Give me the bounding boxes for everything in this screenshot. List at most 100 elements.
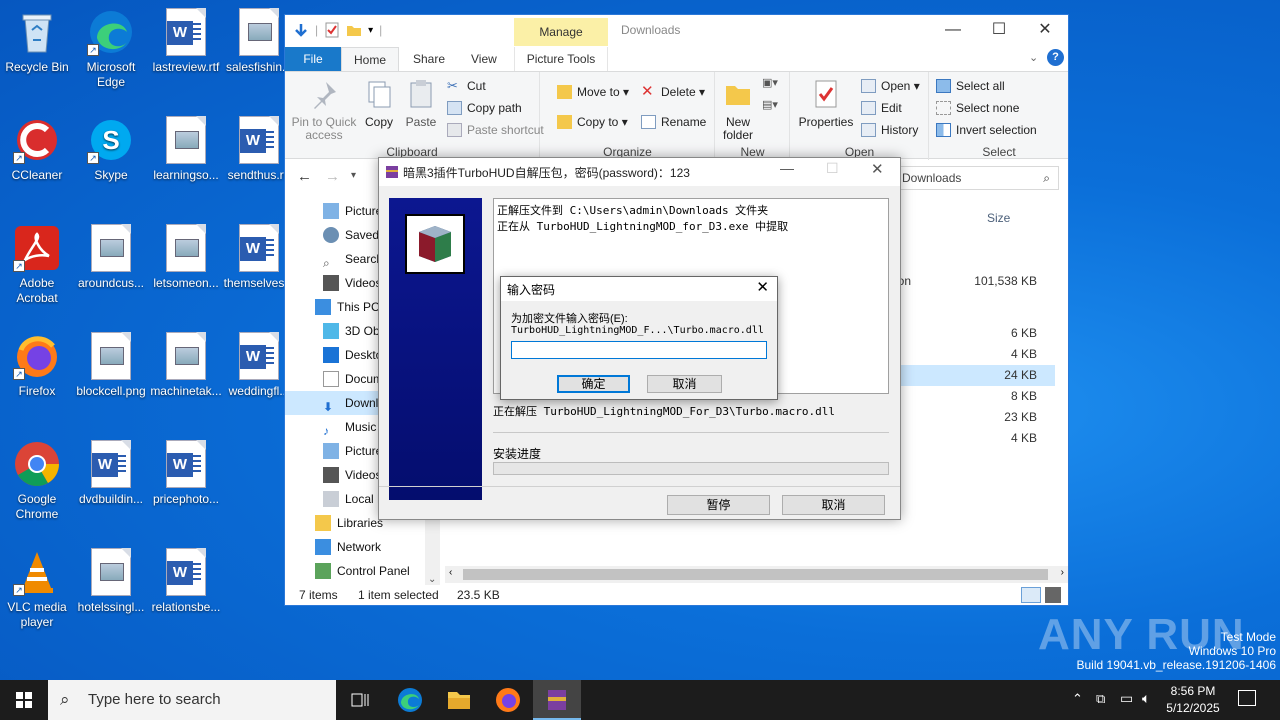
close-button[interactable]: ✕ [871, 160, 884, 178]
nav-item-desktop[interactable]: Deskto [285, 343, 382, 367]
close-button[interactable]: ✕ [1022, 15, 1068, 45]
paste-shortcut-button[interactable]: Paste shortcut [447, 120, 544, 140]
new-item-icon[interactable]: ▣▾ [762, 76, 778, 89]
new-folder-icon[interactable] [346, 22, 362, 38]
open-button[interactable]: Open ▾ [861, 76, 920, 96]
taskbar-search-box[interactable]: ⌕ Type here to search [48, 680, 336, 720]
desktop-icon-file[interactable]: learningso... [149, 116, 223, 183]
move-to-button[interactable]: Move to ▾ [557, 82, 629, 102]
minimize-button[interactable]: — [930, 15, 976, 45]
tab-view[interactable]: View [459, 47, 509, 71]
clock[interactable]: 8:56 PM 5/12/2025 [1158, 683, 1228, 717]
nav-item-3d-objects[interactable]: 3D Obj [285, 319, 382, 343]
desktop-icon-file[interactable]: letsomeon... [149, 224, 223, 291]
volume-icon[interactable]: 🔈︎ [1142, 690, 1150, 707]
tab-file[interactable]: File [285, 47, 341, 71]
new-folder-button[interactable]: New folder [718, 78, 758, 142]
tab-share[interactable]: Share [401, 47, 457, 71]
desktop-icon-chrome[interactable]: Google Chrome [0, 440, 74, 522]
ok-button[interactable]: 确定 [557, 375, 630, 393]
taskbar-file-explorer[interactable] [435, 680, 483, 720]
cancel-install-button[interactable]: 取消 [782, 495, 885, 515]
details-view-icon[interactable] [1021, 587, 1041, 603]
column-header-size[interactable]: Size [987, 211, 1010, 225]
down-arrow-icon[interactable] [293, 22, 309, 38]
desktop-icon-file[interactable]: W pricephoto... [149, 440, 223, 507]
edit-button[interactable]: Edit [861, 98, 902, 118]
chevron-down-icon[interactable]: ⌄ [428, 574, 436, 585]
select-none-button[interactable]: Select none [936, 98, 1019, 118]
desktop-icon-file[interactable]: W lastreview.rtf [149, 8, 223, 75]
nav-item-network[interactable]: Network [285, 535, 381, 559]
desktop-icon-acrobat[interactable]: ↗ Adobe Acrobat [0, 224, 74, 306]
desktop-icon-file[interactable]: aroundcus... [74, 224, 148, 291]
close-button[interactable]: ✕ [756, 278, 769, 296]
maximize-button[interactable]: ☐ [976, 15, 1022, 45]
horizontal-scrollbar[interactable]: ‹ › [445, 566, 1068, 583]
copy-path-button[interactable]: Copy path [447, 98, 522, 118]
desktop-icon-vlc[interactable]: ↗ VLC media player [0, 548, 74, 630]
nav-item-pictures[interactable]: Pictures [285, 199, 388, 223]
password-input[interactable] [511, 341, 767, 359]
nav-item-videos-pc[interactable]: Videos [285, 463, 381, 487]
nav-item-local-disk[interactable]: Local D [285, 487, 386, 511]
pin-quick-access-button[interactable]: Pin to Quick access [289, 78, 359, 142]
start-button[interactable] [0, 680, 48, 720]
pause-button[interactable]: 暂停 [667, 495, 770, 515]
taskbar-winrar-sfx[interactable] [533, 680, 581, 720]
nav-item-control-panel[interactable]: Control Panel [285, 559, 410, 583]
chevron-left-icon[interactable]: ‹ [449, 567, 452, 578]
properties-button[interactable]: Properties [795, 78, 857, 129]
desktop-icon-file[interactable]: hotelssingl... [74, 548, 148, 615]
nav-item-libraries[interactable]: Libraries [285, 511, 383, 535]
nav-item-documents[interactable]: Docum [285, 367, 383, 391]
invert-selection-button[interactable]: Invert selection [936, 120, 1037, 140]
nav-item-this-pc[interactable]: This PC [285, 295, 380, 319]
desktop-icon-edge[interactable]: ↗ Microsoft Edge [74, 8, 148, 90]
forward-arrow-icon[interactable]: → [325, 168, 340, 185]
desktop-icon-firefox[interactable]: ↗ Firefox [0, 332, 74, 399]
search-input[interactable]: Downloads ⌕ [891, 166, 1059, 190]
maximize-button[interactable]: ☐ [826, 160, 839, 177]
notification-icon[interactable] [1238, 690, 1256, 706]
desktop-icon-ccleaner[interactable]: ↗ CCleaner [0, 116, 74, 183]
taskbar-edge[interactable] [386, 680, 434, 720]
rename-button[interactable]: Rename [641, 112, 706, 132]
large-icons-view-icon[interactable] [1045, 587, 1061, 603]
help-icon[interactable]: ? [1047, 49, 1064, 66]
taskbar-firefox[interactable] [484, 680, 532, 720]
paste-button[interactable]: Paste [401, 78, 441, 129]
copy-to-button[interactable]: Copy to ▾ [557, 112, 628, 132]
nav-item-saved[interactable]: Saved [285, 223, 379, 247]
nav-item-search[interactable]: ⌕ Search [285, 247, 383, 271]
tab-home[interactable]: Home [341, 47, 400, 72]
chevron-up-icon[interactable]: ⌃ [1072, 691, 1083, 707]
desktop-icon-file[interactable]: W relationsbe... [149, 548, 223, 615]
copy-button[interactable]: Copy [359, 78, 399, 129]
delete-button[interactable]: ✕ Delete ▾ [641, 82, 705, 102]
desktop-icon-skype[interactable]: S ↗ Skype [74, 116, 148, 183]
network-icon[interactable]: ▭ [1120, 690, 1133, 707]
network-status-icon[interactable]: ⧉ [1096, 691, 1105, 707]
nav-item-videos[interactable]: Videos [285, 271, 381, 295]
desktop-icon-file[interactable]: machinetak... [149, 332, 223, 399]
back-arrow-icon[interactable]: ← [297, 168, 312, 185]
nav-item-music[interactable]: ♪ Music [285, 415, 376, 439]
chevron-down-icon[interactable]: ⌄ [1029, 51, 1038, 64]
cut-button[interactable]: ✂ Cut [447, 76, 486, 96]
nav-item-pictures-pc[interactable]: Picture [285, 439, 382, 463]
easy-access-icon[interactable]: ▤▾ [762, 98, 778, 111]
desktop-icon-file[interactable]: W dvdbuildin... [74, 440, 148, 507]
task-view-button[interactable] [336, 680, 384, 720]
select-all-button[interactable]: Select all [936, 76, 1005, 96]
tab-picture-tools[interactable]: Picture Tools [514, 47, 608, 71]
chevron-down-icon[interactable]: ▾ [368, 25, 373, 36]
cancel-button[interactable]: 取消 [647, 375, 722, 393]
chevron-down-icon[interactable]: ▾ [351, 170, 356, 181]
desktop-icon-file[interactable]: blockcell.png [74, 332, 148, 399]
properties-check-icon[interactable] [324, 22, 340, 38]
desktop-icon-recycle-bin[interactable]: Recycle Bin [0, 8, 74, 75]
minimize-button[interactable]: — [780, 160, 794, 176]
tab-manage[interactable]: Manage [514, 18, 608, 46]
scrollbar-thumb[interactable] [463, 569, 1048, 580]
